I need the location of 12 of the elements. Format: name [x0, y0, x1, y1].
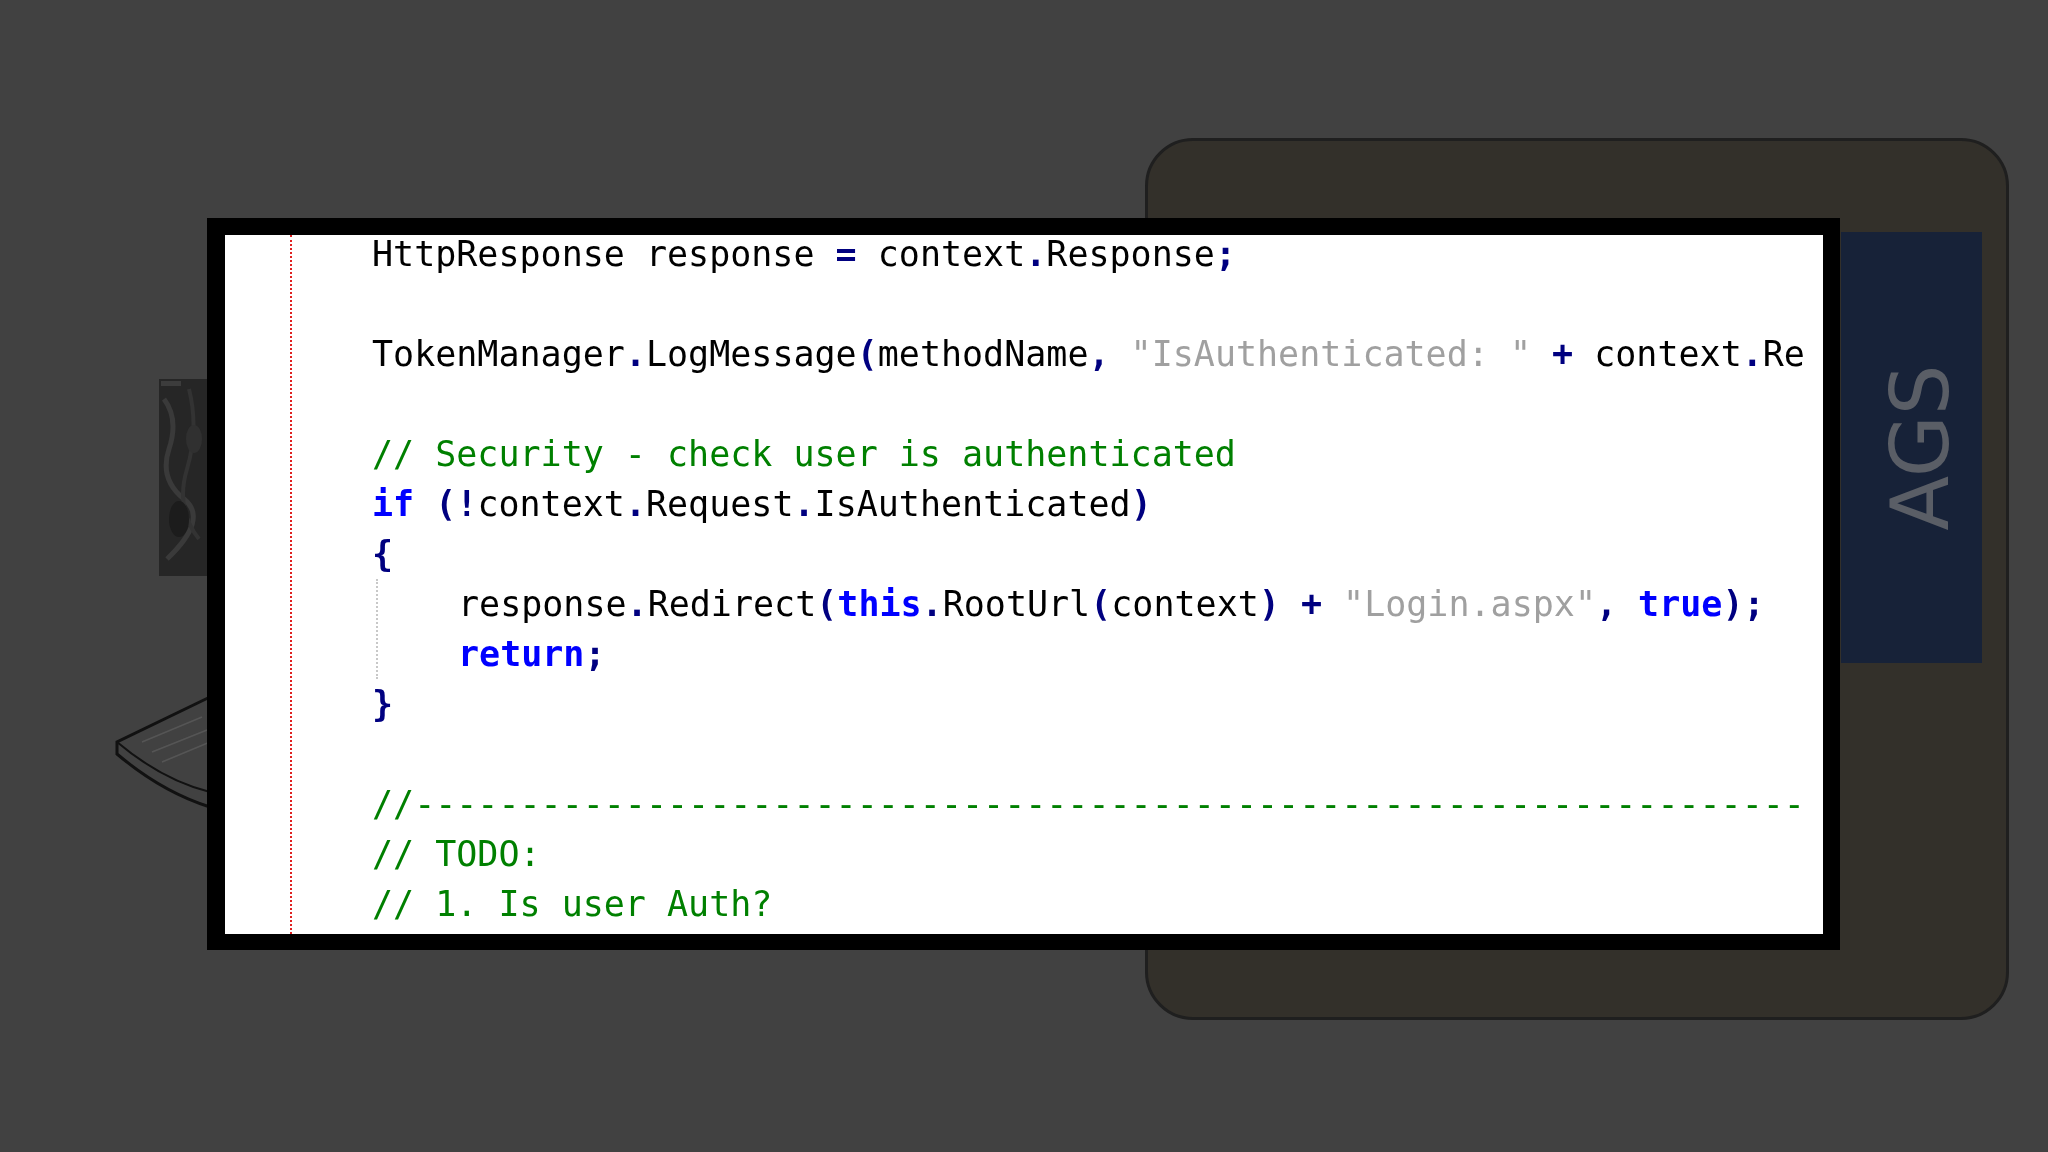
- code-line: response.Redirect(this.RootUrl(context) + "Login.aspx", true);: [458, 583, 1766, 626]
- code-line: //------------------------------------------------------------------: [372, 783, 1805, 826]
- code-line: // Security - check user is authenticated: [372, 433, 1237, 476]
- code-line: {: [372, 533, 395, 576]
- code-line: }: [372, 683, 395, 726]
- code-line: // TODO:: [372, 833, 542, 876]
- code-line: return;: [458, 633, 607, 676]
- side-panel-label: AGS: [1873, 364, 1967, 531]
- code-line: TokenManager.LogMessage(methodName, "IsAuthenticated: " + context.Re: [372, 333, 1805, 376]
- code-line: HttpResponse response = context.Response;: [372, 235, 1237, 276]
- code-line: // 1. Is user Auth?: [372, 883, 774, 926]
- code-line: if (!context.Request.IsAuthenticated): [372, 483, 1153, 526]
